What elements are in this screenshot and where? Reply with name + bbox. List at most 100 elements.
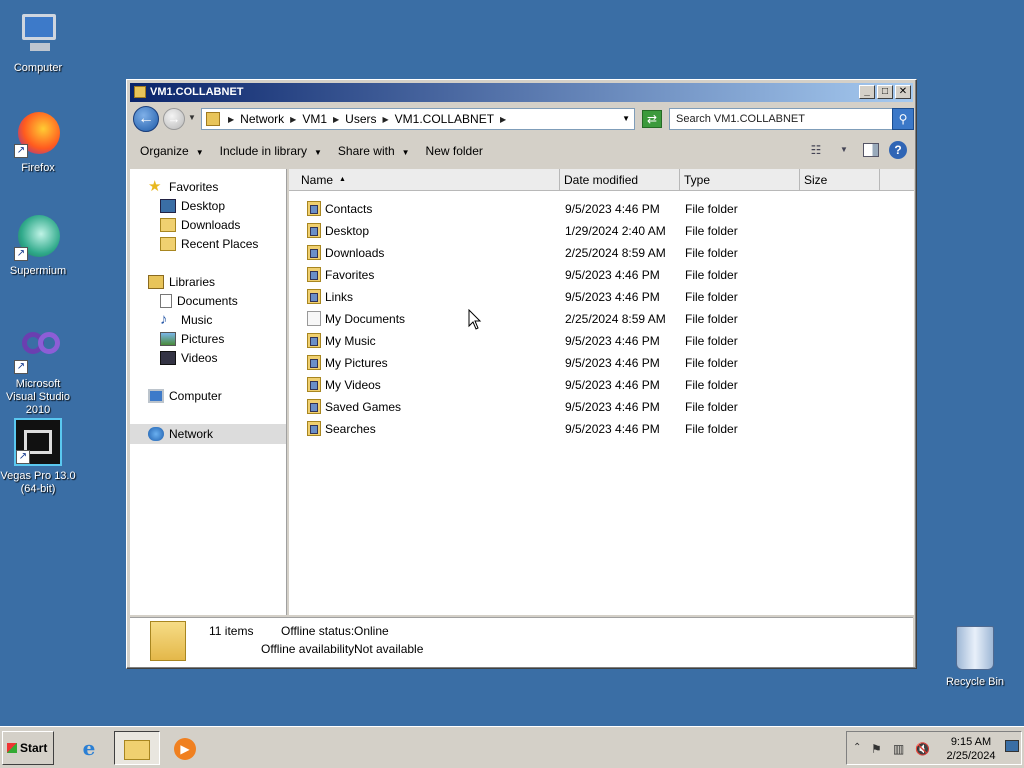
nav-label: Pictures [181, 332, 225, 346]
desktop-icon-visual-studio[interactable]: ↗ Microsoft Visual Studio 2010 [0, 326, 76, 417]
breadcrumb-network[interactable]: Network [240, 112, 284, 126]
desktop-icon-computer[interactable]: Computer [0, 10, 76, 75]
nav-computer[interactable]: Computer [148, 387, 222, 405]
nav-label: Computer [169, 389, 222, 403]
desktop-icon-vegas-pro[interactable]: ↗ Vegas Pro 13.0 (64-bit) [0, 418, 76, 496]
show-desktop-icon[interactable] [1005, 740, 1019, 752]
file-row[interactable]: Desktop 1/29/2024 2:40 AM File folder [289, 220, 914, 242]
nav-libraries[interactable]: Libraries [148, 273, 215, 291]
start-button[interactable]: Start [2, 731, 54, 765]
file-date: 9/5/2023 4:46 PM [565, 334, 660, 348]
search-input[interactable]: Search VM1.COLLABNET [669, 108, 893, 130]
minimize-button[interactable]: _ [859, 85, 875, 99]
nav-documents[interactable]: Documents [160, 292, 238, 310]
nav-pictures[interactable]: Pictures [160, 330, 224, 348]
file-date: 1/29/2024 2:40 AM [565, 224, 666, 238]
file-row[interactable]: My Music 9/5/2023 4:46 PM File folder [289, 330, 914, 352]
nav-network[interactable]: Network [130, 424, 286, 444]
breadcrumb-current[interactable]: VM1.COLLABNET [395, 112, 494, 126]
new-folder-button[interactable]: New folder [426, 144, 483, 158]
recent-places-icon [160, 237, 176, 251]
address-history-dropdown[interactable]: ▼ [622, 114, 630, 123]
command-bar: Organize ▼ Include in library ▼ Share with… [130, 136, 913, 166]
media-player-icon: ▶ [174, 737, 196, 760]
desktop-icon-recycle-bin[interactable]: Recycle Bin [945, 626, 1005, 688]
breadcrumb-vm1[interactable]: VM1 [302, 112, 327, 126]
column-type[interactable]: Type [680, 169, 800, 191]
address-bar[interactable]: ▶ Network ▶ VM1 ▶ Users ▶ VM1.COLLABNET … [201, 108, 635, 130]
share-with-button[interactable]: Share with ▼ [338, 144, 410, 158]
column-date-modified[interactable]: Date modified [560, 169, 680, 191]
file-date: 9/5/2023 4:46 PM [565, 356, 660, 370]
file-name: Contacts [325, 202, 373, 216]
file-row[interactable]: Contacts 9/5/2023 4:46 PM File folder [289, 198, 914, 220]
action-center-flag-icon[interactable]: ⚑ [871, 742, 882, 756]
organize-button[interactable]: Organize ▼ [140, 144, 204, 158]
breadcrumb-arrow-icon[interactable]: ▶ [228, 115, 234, 124]
close-button[interactable]: ✕ [895, 85, 911, 99]
file-date: 9/5/2023 4:46 PM [565, 422, 660, 436]
column-label: Size [804, 173, 828, 187]
mouse-cursor-icon [468, 309, 482, 330]
desktop-icon-firefox[interactable]: ↗ Firefox [0, 110, 76, 175]
preview-pane-icon[interactable] [863, 143, 879, 157]
network-status-icon[interactable]: ▥ [893, 742, 904, 756]
nav-label: Recent Places [181, 237, 259, 251]
include-in-library-button[interactable]: Include in library ▼ [220, 144, 322, 158]
nav-downloads[interactable]: Downloads [160, 216, 240, 234]
network-icon [148, 427, 164, 441]
chevron-down-icon: ▼ [401, 148, 410, 157]
show-hidden-icons-chevron-icon[interactable]: ⌃ [853, 742, 861, 753]
breadcrumb-arrow-icon[interactable]: ▶ [333, 115, 339, 124]
nav-desktop[interactable]: Desktop [160, 197, 225, 215]
nav-videos[interactable]: Videos [160, 349, 217, 367]
help-icon[interactable]: ? [889, 141, 907, 159]
desktop-icon-label: Firefox [21, 162, 55, 174]
file-row[interactable]: My Documents 2/25/2024 8:59 AM File folder [289, 308, 914, 330]
column-label: Name [301, 173, 334, 187]
refresh-button[interactable]: ⇄ [642, 110, 662, 128]
explorer-window: VM1.COLLABNET _ □ ✕ ← → ▼ ▶ Network ▶ VM… [126, 79, 917, 669]
taskbar-internet-explorer[interactable]: e [66, 731, 112, 765]
file-row[interactable]: Saved Games 9/5/2023 4:46 PM File folder [289, 396, 914, 418]
breadcrumb-arrow-icon[interactable]: ▶ [290, 115, 296, 124]
shortcut-arrow-icon: ↗ [16, 450, 30, 464]
details-pane: 11 items Offline status: Online Offline … [130, 617, 913, 667]
file-row[interactable]: My Pictures 9/5/2023 4:46 PM File folder [289, 352, 914, 374]
breadcrumb-users[interactable]: Users [345, 112, 376, 126]
nav-recent-places[interactable]: Recent Places [160, 235, 258, 253]
nav-music[interactable]: ♪ Music [160, 311, 212, 329]
file-row[interactable]: Favorites 9/5/2023 4:46 PM File folder [289, 264, 914, 286]
column-label: Type [684, 173, 711, 187]
file-row[interactable]: Searches 9/5/2023 4:46 PM File folder [289, 418, 914, 440]
file-row[interactable]: Downloads 2/25/2024 8:59 AM File folder [289, 242, 914, 264]
volume-muted-icon[interactable]: 🔇 [915, 742, 930, 756]
title-bar[interactable]: VM1.COLLABNET _ □ ✕ [130, 83, 913, 102]
taskbar-windows-explorer[interactable] [114, 731, 160, 765]
column-name[interactable]: Name ▲ [289, 169, 560, 191]
folder-icon [307, 421, 321, 436]
nav-label: Music [181, 313, 213, 327]
search-button[interactable]: ⚲ [892, 108, 914, 130]
libraries-icon [148, 275, 164, 289]
forward-button[interactable]: → [163, 108, 185, 130]
file-name: Saved Games [325, 400, 402, 414]
change-view-icon[interactable]: ☷ [807, 142, 825, 158]
file-row[interactable]: Links 9/5/2023 4:46 PM File folder [289, 286, 914, 308]
folder-icon [134, 86, 146, 98]
breadcrumb-arrow-icon[interactable]: ▶ [500, 115, 506, 124]
clock[interactable]: 9:15 AM 2/25/2024 [939, 735, 1003, 763]
recent-pages-button[interactable]: ▼ [188, 113, 196, 122]
nav-favorites[interactable]: ★ Favorites [148, 178, 218, 196]
taskbar-media-player[interactable]: ▶ [162, 731, 208, 765]
chevron-down-icon: ▼ [195, 148, 204, 157]
file-row[interactable]: My Videos 9/5/2023 4:46 PM File folder [289, 374, 914, 396]
column-size[interactable]: Size [800, 169, 880, 191]
maximize-button[interactable]: □ [877, 85, 893, 99]
windows-logo-icon [7, 743, 17, 753]
file-date: 9/5/2023 4:46 PM [565, 202, 660, 216]
desktop-icon-supermium[interactable]: ↗ Supermium [0, 213, 76, 278]
back-button[interactable]: ← [133, 106, 159, 132]
breadcrumb-arrow-icon[interactable]: ▶ [383, 115, 389, 124]
chevron-down-icon[interactable]: ▼ [835, 142, 853, 158]
